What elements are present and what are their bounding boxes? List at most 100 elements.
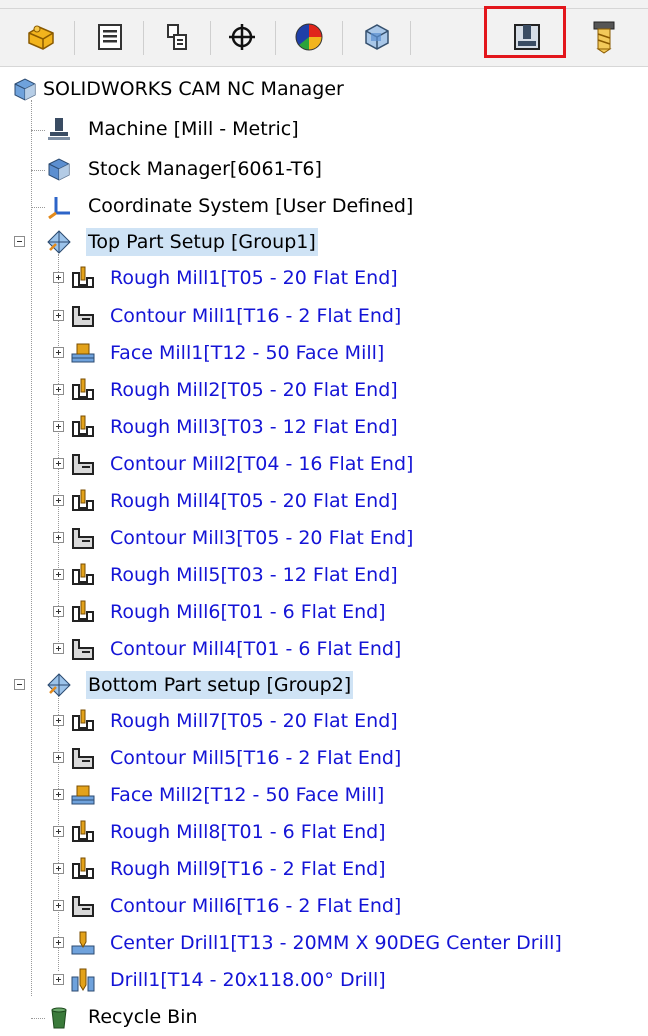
contour-mill-icon bbox=[72, 896, 94, 917]
crosshair-icon bbox=[228, 24, 255, 50]
expand-toggle[interactable] bbox=[53, 384, 64, 395]
face-mill-icon bbox=[71, 785, 95, 805]
collapse-toggle[interactable] bbox=[14, 679, 25, 690]
rough-mill-icon bbox=[72, 709, 94, 731]
center-drill-icon bbox=[71, 931, 95, 955]
operation-node[interactable]: Rough Mill4[T05 - 20 Flat End] bbox=[0, 484, 648, 520]
operation-node[interactable]: Rough Mill6[T01 - 6 Flat End] bbox=[0, 595, 648, 631]
expand-toggle[interactable] bbox=[53, 900, 64, 911]
tree-root-label: SOLIDWORKS CAM NC Manager bbox=[43, 78, 344, 100]
rough-mill-icon bbox=[72, 857, 94, 879]
operation-label: Rough Mill6[T01 - 6 Flat End] bbox=[110, 601, 386, 623]
operation-node[interactable]: Rough Mill2[T05 - 20 Flat End] bbox=[0, 373, 648, 409]
machine-label: Machine [Mill - Metric] bbox=[88, 118, 299, 140]
expand-toggle[interactable] bbox=[53, 347, 64, 358]
expand-toggle[interactable] bbox=[53, 569, 64, 580]
operation-node[interactable]: Contour Mill2[T04 - 16 Flat End] bbox=[0, 447, 648, 483]
operation-label: Rough Mill3[T03 - 12 Flat End] bbox=[110, 416, 398, 438]
operation-node[interactable]: Contour Mill3[T05 - 20 Flat End] bbox=[0, 521, 648, 557]
operation-label: Rough Mill1[T05 - 20 Flat End] bbox=[110, 267, 398, 289]
operation-node[interactable]: Rough Mill8[T01 - 6 Flat End] bbox=[0, 815, 648, 851]
expand-toggle[interactable] bbox=[53, 789, 64, 800]
operation-label: Rough Mill7[T05 - 20 Flat End] bbox=[110, 710, 398, 732]
stock-manager-node[interactable]: Stock Manager[6061-T6] bbox=[0, 152, 648, 188]
puzzle-icon bbox=[27, 25, 54, 50]
color-pie-icon bbox=[295, 23, 322, 51]
rough-mill-icon bbox=[72, 600, 94, 622]
expand-toggle[interactable] bbox=[53, 937, 64, 948]
operation-label: Rough Mill8[T01 - 6 Flat End] bbox=[110, 821, 386, 843]
coordinate-system-label: Coordinate System [User Defined] bbox=[88, 195, 414, 217]
cam-feature-tree-tab[interactable] bbox=[348, 15, 411, 59]
operation-label: Rough Mill2[T05 - 20 Flat End] bbox=[110, 379, 398, 401]
expand-toggle[interactable] bbox=[53, 495, 64, 506]
contour-mill-icon bbox=[72, 639, 94, 660]
operation-label: Contour Mill4[T01 - 6 Flat End] bbox=[110, 638, 402, 660]
rough-mill-icon bbox=[72, 489, 94, 511]
expand-toggle[interactable] bbox=[53, 826, 64, 837]
nc-manager-icon bbox=[14, 78, 36, 101]
operation-node[interactable]: Contour Mill4[T01 - 6 Flat End] bbox=[0, 632, 648, 668]
manager-tab-bar bbox=[0, 0, 648, 67]
contour-mill-icon bbox=[72, 528, 94, 549]
expand-toggle[interactable] bbox=[53, 532, 64, 543]
operation-label: Rough Mill4[T05 - 20 Flat End] bbox=[110, 490, 398, 512]
configuration-icon bbox=[166, 24, 187, 50]
operation-node[interactable]: Face Mill2[T12 - 50 Face Mill] bbox=[0, 778, 648, 814]
display-manager-tab[interactable] bbox=[280, 15, 343, 59]
contour-mill-icon bbox=[72, 454, 94, 475]
active-tab-highlight bbox=[484, 6, 566, 58]
operation-node[interactable]: Rough Mill7[T05 - 20 Flat End] bbox=[0, 704, 648, 740]
expand-toggle[interactable] bbox=[53, 643, 64, 654]
setup-label: Top Part Setup [Group1] bbox=[86, 228, 318, 256]
operation-node[interactable]: Face Mill1[T12 - 50 Face Mill] bbox=[0, 336, 648, 372]
operation-node[interactable]: Contour Mill5[T16 - 2 Flat End] bbox=[0, 741, 648, 777]
operation-label: Face Mill1[T12 - 50 Face Mill] bbox=[110, 342, 385, 364]
operation-node[interactable]: Contour Mill1[T16 - 2 Flat End] bbox=[0, 299, 648, 335]
expand-toggle[interactable] bbox=[53, 272, 64, 283]
machine-icon bbox=[48, 118, 70, 140]
operation-node[interactable]: Rough Mill3[T03 - 12 Flat End] bbox=[0, 410, 648, 446]
dimxpert-manager-tab[interactable] bbox=[213, 15, 276, 59]
expand-toggle[interactable] bbox=[53, 715, 64, 726]
operation-label: Drill1[T14 - 20x118.00° Drill] bbox=[110, 969, 386, 991]
setup-icon bbox=[47, 673, 71, 697]
tree-root-node[interactable]: SOLIDWORKS CAM NC Manager bbox=[0, 72, 648, 108]
recycle-bin-node[interactable]: Recycle Bin bbox=[0, 1000, 648, 1036]
machine-node[interactable]: Machine [Mill - Metric] bbox=[0, 112, 648, 148]
expand-toggle[interactable] bbox=[53, 752, 64, 763]
cam-tool-tree-tab[interactable] bbox=[575, 15, 632, 59]
coordinate-system-node[interactable]: Coordinate System [User Defined] bbox=[0, 189, 648, 225]
expand-toggle[interactable] bbox=[53, 863, 64, 874]
expand-toggle[interactable] bbox=[53, 310, 64, 321]
setup-icon bbox=[47, 230, 71, 254]
operation-node[interactable]: Center Drill1[T13 - 20MM X 90DEG Center … bbox=[0, 926, 648, 962]
recycle-bin-label: Recycle Bin bbox=[88, 1006, 198, 1028]
face-mill-icon bbox=[71, 343, 95, 363]
recycle-bin-icon bbox=[51, 1007, 67, 1029]
expand-toggle[interactable] bbox=[53, 974, 64, 985]
cam-tool-tree-icon bbox=[593, 21, 614, 54]
setup-node[interactable]: Top Part Setup [Group1] bbox=[0, 225, 648, 261]
operation-node[interactable]: Rough Mill1[T05 - 20 Flat End] bbox=[0, 261, 648, 297]
collapse-toggle[interactable] bbox=[14, 236, 25, 247]
rough-mill-icon bbox=[72, 563, 94, 585]
property-manager-tab[interactable] bbox=[81, 15, 144, 59]
coordinate-system-icon bbox=[48, 197, 70, 219]
operation-node[interactable]: Contour Mill6[T16 - 2 Flat End] bbox=[0, 889, 648, 925]
operation-node[interactable]: Rough Mill5[T03 - 12 Flat End] bbox=[0, 558, 648, 594]
expand-toggle[interactable] bbox=[53, 421, 64, 432]
operation-label: Center Drill1[T13 - 20MM X 90DEG Center … bbox=[110, 932, 562, 954]
operation-node[interactable]: Rough Mill9[T16 - 2 Flat End] bbox=[0, 852, 648, 888]
operation-label: Rough Mill9[T16 - 2 Flat End] bbox=[110, 858, 386, 880]
expand-toggle[interactable] bbox=[53, 458, 64, 469]
rough-mill-icon bbox=[72, 415, 94, 437]
expand-toggle[interactable] bbox=[53, 606, 64, 617]
operation-label: Face Mill2[T12 - 50 Face Mill] bbox=[110, 784, 385, 806]
operation-label: Contour Mill2[T04 - 16 Flat End] bbox=[110, 453, 414, 475]
feature-manager-tab[interactable] bbox=[12, 15, 75, 59]
operation-label: Contour Mill1[T16 - 2 Flat End] bbox=[110, 305, 402, 327]
setup-node[interactable]: Bottom Part setup [Group2] bbox=[0, 668, 648, 704]
configuration-manager-tab[interactable] bbox=[148, 15, 211, 59]
operation-node[interactable]: Drill1[T14 - 20x118.00° Drill] bbox=[0, 963, 648, 999]
